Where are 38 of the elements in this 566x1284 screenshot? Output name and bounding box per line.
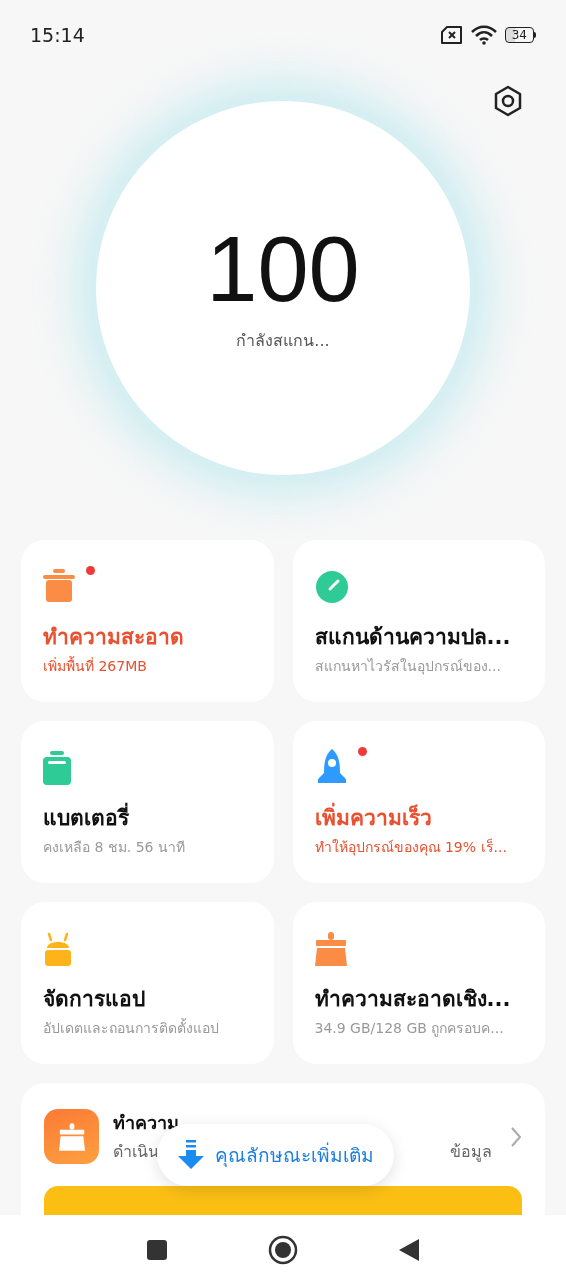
brush-icon <box>314 932 347 966</box>
card-title: แบตเตอรี่ <box>43 803 252 835</box>
gauge-icon <box>314 570 349 604</box>
brush-app-icon <box>44 1109 99 1164</box>
card-subtitle: 34.9 GB/128 GB ถูกครอบค... <box>314 1018 505 1039</box>
chevron-right-icon <box>510 1125 522 1148</box>
recents-icon[interactable] <box>146 1238 168 1261</box>
no-sim-icon <box>440 26 463 44</box>
card-subtitle: เพิ่มพื้นที่ 267MB <box>43 655 148 676</box>
status-time: 15:14 <box>30 22 85 48</box>
feature-card[interactable]: แบตเตอรี่ คงเหลือ 8 ชม. 56 นาที <box>21 721 274 883</box>
card-title: ทำความสะอาด <box>43 624 185 651</box>
card-title: สแกนด้านความปล... <box>314 624 512 651</box>
download-icon <box>177 1140 205 1170</box>
scan-score: 100 <box>206 223 360 315</box>
deep-clean-subtitle: ดำเนิน <box>113 1141 159 1163</box>
settings-icon[interactable] <box>492 85 524 117</box>
battery-level: 34 <box>504 27 534 43</box>
feature-card[interactable]: จัดการแอป อัปเดตและถอนการติดตั้งแอป <box>21 902 274 1064</box>
card-subtitle: สแกนหาไวรัสในอุปกรณ์ของ... <box>314 656 502 677</box>
card-title: เพิ่มความเร็ว <box>314 803 523 835</box>
android-icon <box>43 932 73 966</box>
feature-card[interactable]: เพิ่มความเร็ว ทำให้อุปกรณ์ของคุณ 19% เร็... <box>292 721 545 883</box>
trash-icon <box>43 568 75 604</box>
card-title: ทำความสะอาดเชิง... <box>314 986 512 1013</box>
card-subtitle: ทำให้อุปกรณ์ของคุณ 19% เร็... <box>314 837 508 858</box>
back-icon[interactable] <box>398 1237 420 1262</box>
deep-clean-subtitle: ข้อมูล <box>450 1141 492 1164</box>
card-subtitle: คงเหลือ 8 ชม. 56 นาที <box>43 837 186 857</box>
battery-icon <box>43 751 71 785</box>
card-subtitle: อัปเดตและถอนการติดตั้งแอป <box>43 1017 220 1038</box>
scan-status: กำลังสแกน... <box>236 330 330 352</box>
feature-card[interactable]: ทำความสะอาด เพิ่มพื้นที่ 267MB <box>21 540 274 702</box>
feature-card[interactable]: ทำความสะอาดเชิง... 34.9 GB/128 GB ถูกครอบค... <box>292 902 545 1064</box>
wifi-icon <box>470 25 497 45</box>
card-title: จัดการแอป <box>43 986 146 1013</box>
feature-card[interactable]: สแกนด้านความปล... สแกนหาไวรัสในอุปกรณ์ของ... <box>292 540 545 702</box>
home-icon[interactable] <box>268 1234 298 1265</box>
